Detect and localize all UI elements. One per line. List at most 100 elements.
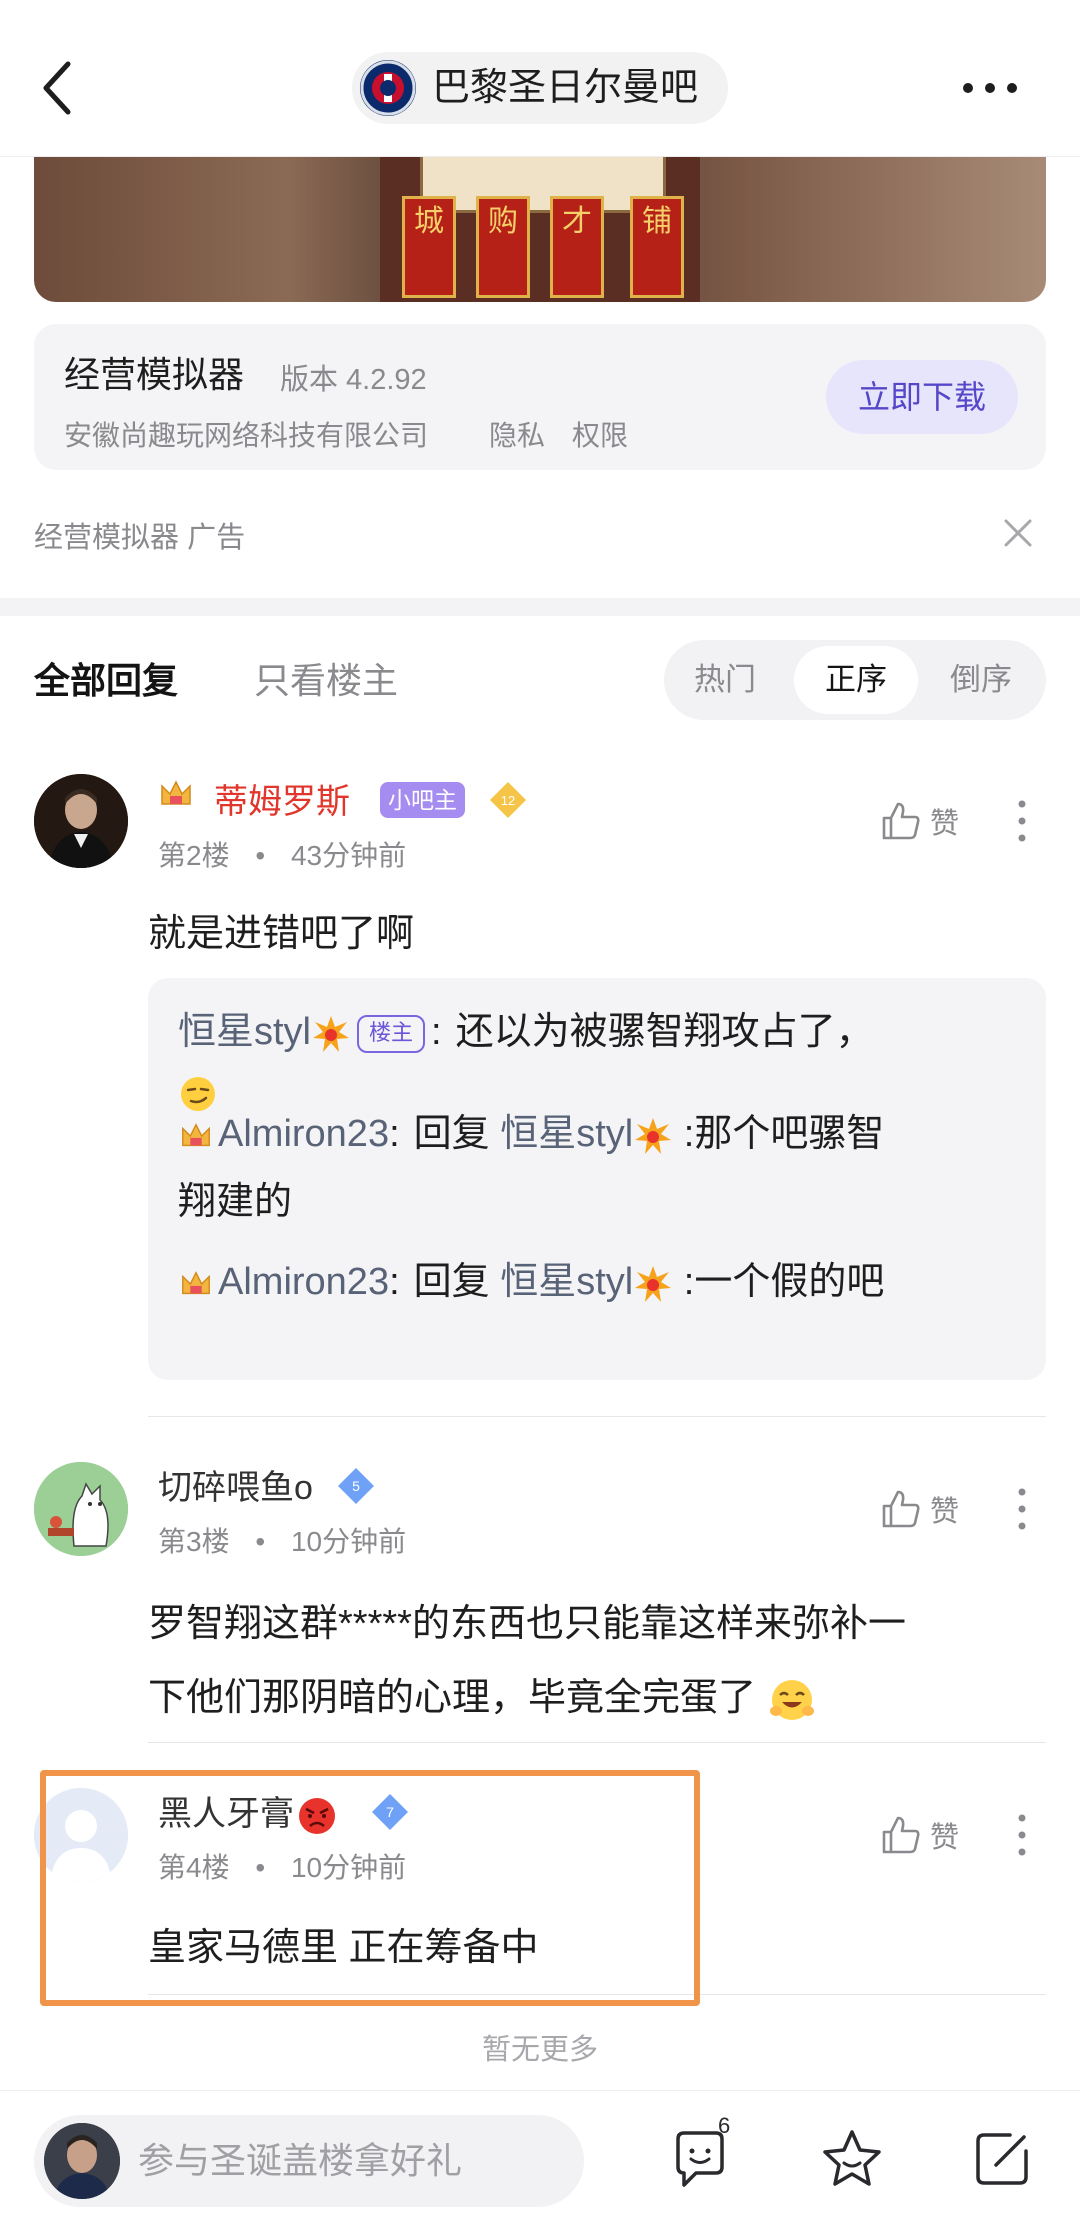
meta-dot: • <box>255 840 266 871</box>
tab-op-only[interactable]: 只看楼主 <box>254 652 398 704</box>
user-photo-icon <box>34 774 128 868</box>
like-button[interactable]: 赞 <box>880 1810 980 1860</box>
sub-reply[interactable]: Almiron23: 回复 恒星styl :那个吧骡智 <box>178 1102 884 1157</box>
post-content-line-2: 下他们那阴暗的心理，毕竟全完蛋了 <box>148 1666 817 1725</box>
level-number: 5 <box>352 1478 360 1494</box>
reply-text: :那个吧骡智 <box>673 1113 885 1155</box>
ad-banner-image[interactable]: 城 购 才 铺 <box>34 156 1046 302</box>
no-more-label: 暂无更多 <box>481 2034 598 2066</box>
level-badge: 5 <box>336 1466 376 1511</box>
more-options-button[interactable] <box>960 70 1020 106</box>
moderator-tag: 小吧主 <box>380 782 465 818</box>
ad-artwork: 城 购 才 铺 <box>380 156 700 302</box>
explosion-emoji-icon <box>313 1015 350 1052</box>
reply-prefix: 回复 <box>413 1113 501 1155</box>
current-user-avatar <box>44 2123 120 2199</box>
star-icon <box>823 2130 881 2186</box>
sub-replies-box[interactable]: 恒星styl 楼主: 还以为被骡智翔攻占了， Almiron23: 回复 恒星styl… <box>148 978 1046 1380</box>
reply-username[interactable]: Almiron23 <box>218 1261 389 1303</box>
reply-separator: : <box>431 1011 442 1053</box>
like-button[interactable]: 赞 <box>880 1484 980 1534</box>
crown-badge-icon <box>182 1271 210 1295</box>
post-meta: 第2楼 • 43分钟前 <box>158 834 406 874</box>
thumbs-up-icon <box>882 1816 920 1854</box>
reply-separator: : <box>389 1113 400 1155</box>
more-vertical-icon <box>1018 1814 1026 1856</box>
user-photo-icon <box>44 2123 120 2199</box>
ad-app-name: 经营模拟器 <box>64 354 245 395</box>
ad-app-version: 版本 4.2.92 <box>280 364 427 396</box>
like-label: 赞 <box>930 1496 960 1528</box>
username[interactable]: 切碎喂鱼o <box>158 1460 313 1509</box>
psg-logo-icon <box>360 60 416 116</box>
top-bar: 巴黎圣日尔曼吧 <box>0 0 1080 157</box>
forum-name: 巴黎圣日尔曼吧 <box>432 67 699 109</box>
floor-number: 第2楼 <box>158 840 230 871</box>
thumbs-up-icon <box>882 802 920 840</box>
cat-avatar-icon <box>34 1462 128 1556</box>
bottom-bar: 参与圣诞盖楼拿好礼 6 <box>0 2090 1080 2235</box>
ad-permission-link[interactable]: 权限 <box>572 414 628 454</box>
ad-tag: 广告 <box>187 522 246 554</box>
comment-placeholder: 参与圣诞盖楼拿好礼 <box>138 2140 463 2181</box>
ad-sign-1: 城 <box>402 196 456 298</box>
back-button[interactable] <box>38 58 82 118</box>
reply-target-user[interactable]: 恒星styl <box>500 1113 633 1155</box>
sub-reply[interactable]: Almiron23: 回复 恒星styl :一个假的吧 <box>178 1250 884 1305</box>
meta-dot: • <box>255 1526 266 1557</box>
explosion-emoji-icon <box>635 1117 672 1154</box>
comment-count: 6 <box>718 2113 731 2138</box>
post-time: 10分钟前 <box>290 1526 407 1557</box>
ad-info-card[interactable]: 经营模拟器 版本 4.2.92 安徽尚趣玩网络科技有限公司 隐私 权限 立即下载 <box>34 324 1046 470</box>
ad-sign-2: 购 <box>476 196 530 298</box>
share-button[interactable] <box>970 2127 1034 2191</box>
post-more-button[interactable] <box>1012 796 1032 846</box>
sort-desc-option[interactable]: 倒序 <box>950 640 1012 720</box>
sort-asc-option[interactable]: 正序 <box>794 646 918 714</box>
username[interactable]: 蒂姆罗斯 <box>214 774 350 823</box>
post-content-line-1: 罗智翔这群*****的东西也只能靠这样来弥补一 <box>148 1603 906 1645</box>
share-edit-icon <box>976 2133 1028 2185</box>
level-number: 12 <box>501 793 515 808</box>
post-content: 就是进错吧了啊 <box>148 913 415 955</box>
avatar[interactable] <box>34 774 128 868</box>
post-divider <box>148 1742 1046 1743</box>
avatar[interactable] <box>34 1462 128 1556</box>
crown-badge-icon <box>158 776 194 817</box>
post-more-button[interactable] <box>1012 1810 1032 1860</box>
op-tag: 楼主 <box>357 1014 426 1053</box>
section-separator <box>0 598 1080 616</box>
sort-toggle: 热门 正序 倒序 <box>664 640 1046 720</box>
floor-number: 第3楼 <box>158 1526 230 1557</box>
tab-all-replies[interactable]: 全部回复 <box>34 652 178 704</box>
sort-hot-option[interactable]: 热门 <box>694 640 756 720</box>
favorite-button[interactable] <box>820 2127 884 2191</box>
comments-button[interactable]: 6 <box>670 2113 740 2197</box>
post-meta: 第3楼 • 10分钟前 <box>158 1520 406 1560</box>
sub-reply[interactable]: 恒星styl 楼主: 还以为被骡智翔攻占了， <box>178 1000 874 1055</box>
ad-sign-4: 铺 <box>630 196 684 298</box>
reply-text: :一个假的吧 <box>673 1261 885 1303</box>
ad-company-name: 安徽尚趣玩网络科技有限公司 <box>64 420 429 451</box>
comment-input[interactable]: 参与圣诞盖楼拿好礼 <box>34 2115 584 2207</box>
thumbs-up-icon <box>882 1490 920 1528</box>
ad-source-label: 经营模拟器 广告 <box>34 514 245 556</box>
forum-title-pill[interactable]: 巴黎圣日尔曼吧 <box>352 52 728 124</box>
reply-target-user[interactable]: 恒星styl <box>500 1261 633 1303</box>
ad-privacy-link[interactable]: 隐私 <box>489 414 545 454</box>
reply-text: 还以为被骡智翔攻占了， <box>455 1011 874 1053</box>
post-time: 43分钟前 <box>290 840 407 871</box>
post-more-button[interactable] <box>1012 1484 1032 1534</box>
chevron-left-icon <box>43 61 71 115</box>
download-button[interactable]: 立即下载 <box>826 360 1018 434</box>
reply-separator: : <box>389 1261 400 1303</box>
reply-username[interactable]: Almiron23 <box>218 1113 389 1155</box>
reply-username[interactable]: 恒星styl <box>178 1011 311 1053</box>
reply-prefix: 回复 <box>413 1261 501 1303</box>
highlight-annotation-box <box>40 1770 700 2006</box>
like-button[interactable]: 赞 <box>880 796 980 846</box>
ad-close-button[interactable] <box>1000 515 1036 551</box>
crown-badge-icon <box>182 1123 210 1147</box>
close-icon <box>1004 519 1032 547</box>
post-divider <box>148 1416 1046 1417</box>
